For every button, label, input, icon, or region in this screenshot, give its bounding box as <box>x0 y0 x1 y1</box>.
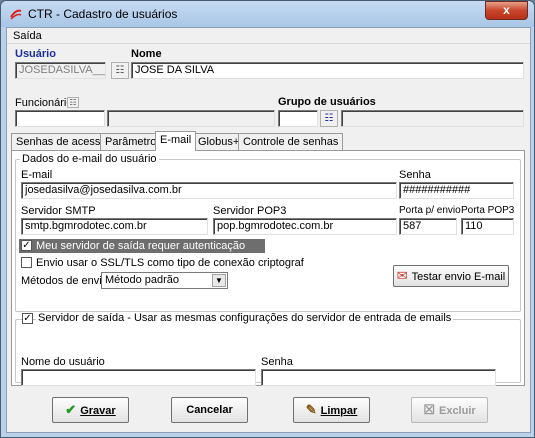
senha-field[interactable]: ########### <box>399 182 514 199</box>
testar-envio-label: Testar envio E-mail <box>411 271 506 283</box>
grupo-code-field[interactable] <box>278 110 318 127</box>
tab-strip: Senhas de acesso Parâmetros E-mail Globu… <box>7 131 530 151</box>
binoculars-icon: ☷ <box>324 113 334 124</box>
pop3-field[interactable]: pop.bgmrodotec.com.br <box>213 218 397 235</box>
metodos-select[interactable]: Método padrão ▼ <box>101 272 228 289</box>
nome-field[interactable]: JOSE DA SILVA <box>131 62 524 79</box>
title-bar[interactable]: CTR - Cadastro de usuários x <box>1 1 534 27</box>
checkmark-icon: ✓ <box>23 313 32 324</box>
nome-label: Nome <box>131 48 162 60</box>
tab-label: E-mail <box>160 134 192 146</box>
senha2-label: Senha <box>261 356 293 368</box>
excluir-label: Excluir <box>438 405 476 417</box>
tab-label: Parâmetros <box>105 136 162 148</box>
tab-senhas-acesso[interactable]: Senhas de acesso <box>11 133 112 150</box>
close-icon: x <box>503 3 510 17</box>
broom-icon: ✎ <box>305 402 317 417</box>
usuario-label: Usuário <box>15 48 56 60</box>
testar-envio-button[interactable]: ✉ Testar envio E-mail <box>393 265 509 287</box>
window-title: CTR - Cadastro de usuários <box>28 7 178 21</box>
cancelar-button[interactable]: Cancelar <box>171 397 248 423</box>
limpar-label: Limpar <box>320 405 358 417</box>
email-label: E-mail <box>21 169 53 181</box>
grupo-lookup-button[interactable]: ☷ <box>320 110 338 127</box>
close-button[interactable]: x <box>485 1 528 20</box>
porta-pop3-label: Porta POP3 <box>461 205 515 216</box>
envelope-icon: ✉ <box>396 268 408 283</box>
nome-usuario-field[interactable] <box>21 369 256 386</box>
metodos-select-value: Método padrão <box>105 274 179 286</box>
smtp-field[interactable]: smtp.bgmrodotec.com.br <box>21 218 208 235</box>
dados-email-group-title: Dados do e-mail do usuário <box>20 153 159 165</box>
tab-globus[interactable]: Globus+ <box>193 133 245 150</box>
nome-usuario-label: Nome do usuário <box>21 356 105 368</box>
trash-icon: ☒ <box>423 402 435 417</box>
senha2-field[interactable] <box>261 369 496 386</box>
porta-envio-label: Porta p/ envio <box>399 205 461 216</box>
metodos-label: Métodos de envio <box>21 275 108 287</box>
gravar-label: Gravar <box>80 405 116 417</box>
porta-envio-field[interactable]: 587 <box>399 218 457 235</box>
auth-checkbox[interactable]: ✓ <box>21 240 32 251</box>
usuario-lookup-button[interactable]: ☷ <box>111 62 129 79</box>
grupo-name-field <box>341 110 524 127</box>
checkmark-icon: ✓ <box>22 240 31 251</box>
auth-checkbox-label: Meu servidor de saída requer autenticaçã… <box>36 240 246 252</box>
binoculars-icon: ☷ <box>69 98 77 107</box>
tab-label: Controle de senhas <box>243 136 339 148</box>
saida-checkbox[interactable]: ✓ <box>22 313 33 324</box>
saida-checkbox-label: Servidor de saída - Usar as mesmas confi… <box>36 312 454 324</box>
ssl-checkbox[interactable] <box>21 257 32 268</box>
funcionario-label: Funcionário <box>15 97 73 109</box>
tab-label: Senhas de acesso <box>16 136 107 148</box>
ssl-checkbox-label: Envio usar o SSL/TLS como tipo de conexã… <box>36 257 304 269</box>
client-area: Saída Usuário JOSEDASILVA___ ☷ Nome JOSE… <box>6 27 531 433</box>
funcionario-name-field <box>107 110 275 127</box>
cancelar-label: Cancelar <box>186 404 233 416</box>
excluir-button[interactable]: ☒ Excluir <box>411 397 488 423</box>
tab-email[interactable]: E-mail <box>155 131 197 151</box>
chevron-down-icon[interactable]: ▼ <box>212 274 226 287</box>
pop3-label: Servidor POP3 <box>213 205 287 217</box>
tab-label: Globus+ <box>198 136 240 148</box>
limpar-button[interactable]: ✎ Limpar <box>293 397 370 423</box>
menu-bar: Saída <box>7 28 530 44</box>
porta-pop3-field[interactable]: 110 <box>461 218 514 235</box>
main-window: CTR - Cadastro de usuários x Saída Usuár… <box>0 0 535 438</box>
checkmark-icon: ✔ <box>65 402 77 417</box>
funcionario-code-field[interactable] <box>15 110 105 127</box>
senha-label: Senha <box>399 169 431 181</box>
tab-controle-senhas[interactable]: Controle de senhas <box>238 133 344 150</box>
menu-item-saida[interactable]: Saída <box>13 30 42 42</box>
email-tab-panel: Dados do e-mail do usuário E-mail joseda… <box>11 150 525 386</box>
email-field[interactable]: josedasilva@josedasilva.com.br <box>21 182 397 199</box>
grupo-label: Grupo de usuários <box>278 96 376 108</box>
funcionario-lookup-button[interactable]: ☷ <box>67 97 79 108</box>
gravar-button[interactable]: ✔ Gravar <box>52 397 129 423</box>
swirl-logo-icon <box>10 9 22 20</box>
binoculars-icon: ☷ <box>115 65 125 76</box>
usuario-field[interactable]: JOSEDASILVA___ <box>15 62 106 79</box>
smtp-label: Servidor SMTP <box>21 205 96 217</box>
